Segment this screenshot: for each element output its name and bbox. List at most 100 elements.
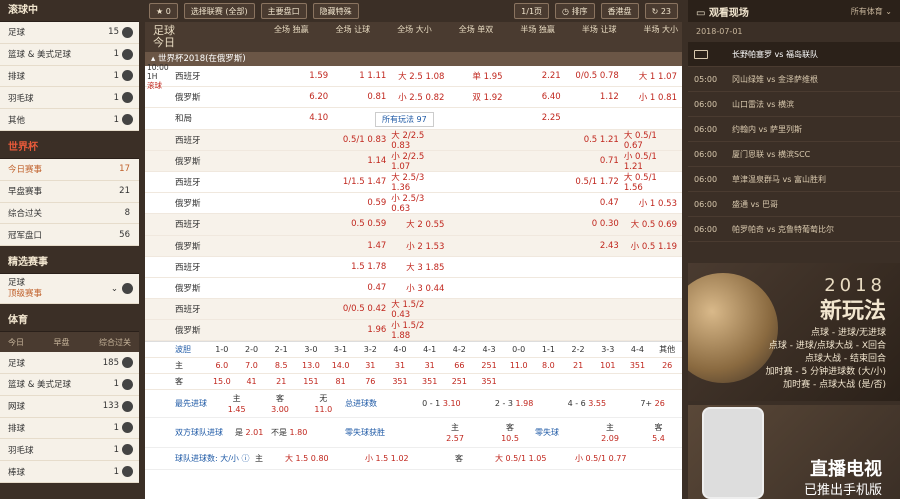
odds-cell[interactable]: 2.21 — [508, 71, 566, 81]
odds-cell[interactable]: 0.5/1 0.83 — [333, 135, 391, 145]
stream-item[interactable]: 06:00 约翰内 vs 萨里列斯 — [688, 117, 900, 142]
odds-cell[interactable]: 0.5/1 1.72 — [566, 177, 624, 187]
score-odds[interactable]: 351 — [623, 361, 653, 370]
odds-cell[interactable]: 1.96 — [333, 325, 391, 335]
odds-cell[interactable]: 大 2.5/3 1.36 — [391, 171, 449, 193]
promo-banner[interactable]: 2018 新玩法 点球 - 进球/无进球 点球 - 进球/点球大战 - X回合 … — [688, 263, 900, 401]
odds-cell[interactable]: 0.47 — [566, 198, 624, 208]
score-odds[interactable]: 251 — [445, 377, 475, 386]
sort-button[interactable]: ◷ 排序 — [555, 3, 595, 19]
stream-item[interactable]: 06:00 山口雷法 vs 横滨 — [688, 92, 900, 117]
score-odds[interactable]: 31 — [355, 361, 385, 370]
sidebar-item-early[interactable]: 早盘赛事 21 — [0, 181, 139, 203]
odds-cell[interactable]: 小 2 1.53 — [391, 240, 449, 252]
score-odds[interactable]: 66 — [445, 361, 475, 370]
odds-cell[interactable]: 1.59 — [275, 71, 333, 81]
tab-parlay[interactable]: 综合过关 — [99, 337, 131, 348]
odds-cell[interactable]: 2.43 — [566, 241, 624, 251]
score-odds[interactable]: 8.5 — [266, 361, 296, 370]
odds-cell[interactable]: 大 3 1.85 — [391, 261, 449, 273]
odds-cell[interactable]: 1 1.11 — [333, 71, 391, 81]
score-odds[interactable]: 351 — [385, 377, 415, 386]
stream-item[interactable]: 长野帕塞罗 vs 福岛联队 — [688, 42, 900, 67]
score-odds[interactable]: 31 — [385, 361, 415, 370]
score-odds[interactable]: 21 — [266, 377, 296, 386]
score-odds[interactable]: 41 — [237, 377, 267, 386]
featured-item[interactable]: 足球 顶级赛事 ⌄ — [0, 274, 139, 305]
score-odds[interactable]: 15.0 — [207, 377, 237, 386]
sidebar-item-volleyball[interactable]: 排球 1 — [0, 66, 139, 88]
score-odds[interactable]: 26 — [652, 361, 682, 370]
odds-cell[interactable]: 小 2.5 0.82 — [391, 91, 449, 103]
sidebar-item-parlay[interactable]: 综合过关 8 — [0, 203, 139, 225]
score-odds[interactable]: 81 — [326, 377, 356, 386]
select-league-button[interactable]: 选择联赛 (全部) — [183, 3, 255, 19]
sports-item-badminton[interactable]: 羽毛球 1 — [0, 439, 139, 462]
score-odds[interactable]: 351 — [474, 377, 504, 386]
stream-item[interactable]: 05:00 冈山绿雉 vs 金泽萨维根 — [688, 67, 900, 92]
stream-item[interactable]: 06:00 厦门恩联 vs 横滨SCC — [688, 142, 900, 167]
mobile-tv-banner[interactable]: 直播电视 已推出手机版 — [688, 405, 900, 499]
info-icon[interactable]: ⓘ — [241, 454, 249, 463]
score-odds[interactable]: 151 — [296, 377, 326, 386]
odds-cell[interactable]: 小 0.5/1 1.21 — [624, 150, 682, 172]
stream-item[interactable]: 06:00 盛通 vs 巴哥 — [688, 192, 900, 217]
odds-cell[interactable]: 小 1 0.53 — [624, 197, 682, 209]
odds-cell[interactable]: 1.5 1.78 — [333, 262, 391, 272]
odds-cell[interactable]: 0/0.5 0.42 — [333, 304, 391, 314]
odds-cell[interactable]: 小 1.5/2 1.88 — [391, 319, 449, 341]
page-indicator[interactable]: 1/1页 — [514, 3, 550, 19]
refresh-button[interactable]: ↻ 23 — [644, 3, 678, 19]
odds-cell[interactable]: 0.59 — [333, 198, 391, 208]
odds-cell[interactable]: 0.71 — [566, 156, 624, 166]
odds-cell[interactable]: 6.20 — [275, 92, 333, 102]
odds-cell[interactable]: 大 1 1.07 — [624, 70, 682, 82]
sports-item-tennis[interactable]: 网球 133 — [0, 396, 139, 418]
odds-cell[interactable]: 大 2 0.55 — [391, 218, 449, 230]
odds-cell[interactable]: 双 1.92 — [449, 91, 507, 103]
odds-cell[interactable]: 1.47 — [333, 241, 391, 251]
score-odds[interactable]: 14.0 — [326, 361, 356, 370]
score-odds[interactable]: 8.0 — [534, 361, 564, 370]
odds-cell[interactable]: 小 3 0.44 — [391, 282, 449, 294]
odds-cell[interactable]: 0 0.30 — [566, 219, 624, 229]
odds-cell[interactable]: 大 2/2.5 0.83 — [391, 129, 449, 151]
odds-cell[interactable]: 大 1.5/2 0.43 — [391, 298, 449, 320]
tab-early[interactable]: 早盘 — [54, 337, 70, 348]
sports-item-volleyball[interactable]: 排球 1 — [0, 418, 139, 440]
score-odds[interactable]: 21 — [563, 361, 593, 370]
odds-cell[interactable]: 4.10 — [275, 113, 333, 123]
stream-item[interactable]: 06:00 帕罗帕奇 vs 克鲁特葡萄比尔 — [688, 217, 900, 242]
odds-cell[interactable]: 大 0.5 0.69 — [624, 218, 682, 230]
league-header[interactable]: ▴ 世界杯2018(在俄罗斯) — [145, 52, 682, 66]
score-odds[interactable]: 31 — [415, 361, 445, 370]
score-odds[interactable]: 6.0 — [207, 361, 237, 370]
odds-type-select[interactable]: 香港盘 — [600, 3, 639, 19]
stream-item[interactable]: 06:00 草津温泉群马 vs 富山胜利 — [688, 167, 900, 192]
sports-item-soccer[interactable]: 足球 185 — [0, 352, 139, 374]
odds-cell[interactable]: 小 2.5/3 0.63 — [391, 192, 449, 214]
odds-cell[interactable]: 小 0.5 1.19 — [624, 240, 682, 252]
score-odds[interactable]: 11.0 — [504, 361, 534, 370]
odds-cell[interactable]: 小 2/2.5 1.07 — [391, 150, 449, 172]
odds-cell[interactable]: 大 0.5/1 0.67 — [624, 129, 682, 151]
odds-cell[interactable]: 单 1.95 — [449, 70, 507, 82]
sidebar-item-basketball[interactable]: 篮球 & 美式足球 1 — [0, 44, 139, 66]
score-odds[interactable]: 351 — [415, 377, 445, 386]
odds-cell[interactable]: 0.5 0.59 — [333, 219, 391, 229]
sport-filter-select[interactable]: 所有体育 ⌄ — [851, 6, 892, 17]
odds-cell[interactable]: 0/0.5 0.78 — [566, 71, 624, 81]
score-odds[interactable]: 7.0 — [237, 361, 267, 370]
score-odds[interactable]: 13.0 — [296, 361, 326, 370]
odds-cell[interactable]: 大 2.5 1.08 — [391, 70, 449, 82]
score-odds[interactable]: 76 — [355, 377, 385, 386]
sports-item-baseball[interactable]: 棒球 1 — [0, 461, 139, 483]
main-market-button[interactable]: 主要盘口 — [260, 3, 307, 19]
score-odds[interactable]: 101 — [593, 361, 623, 370]
sidebar-item-badminton[interactable]: 羽毛球 1 — [0, 87, 139, 110]
odds-cell[interactable]: 0.81 — [333, 92, 391, 102]
sidebar-item-outright[interactable]: 冠军盘口 56 — [0, 224, 139, 247]
tab-today[interactable]: 今日 — [8, 337, 24, 348]
sidebar-item-today[interactable]: 今日赛事 17 — [0, 159, 139, 181]
odds-cell[interactable]: 1.14 — [333, 156, 391, 166]
